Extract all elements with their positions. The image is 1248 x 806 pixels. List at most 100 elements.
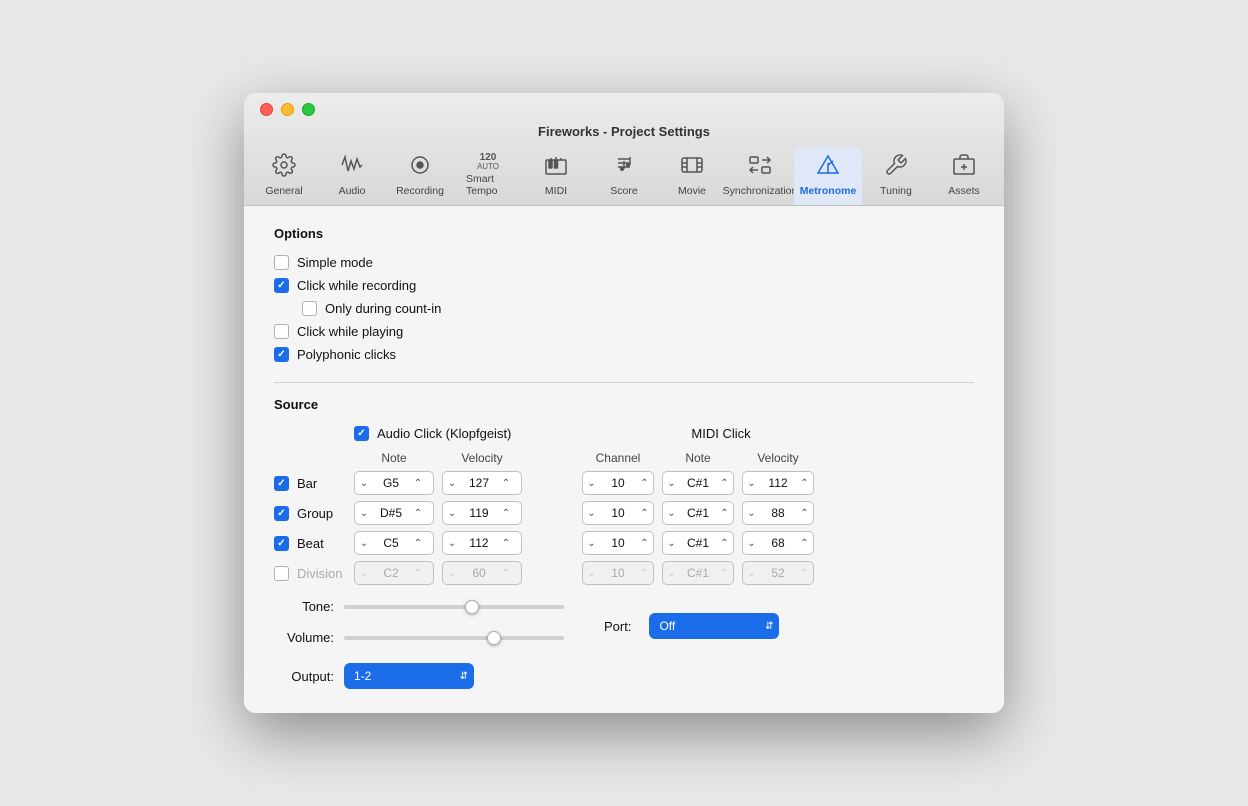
toolbar-item-recording[interactable]: Recording — [386, 147, 454, 205]
bar-audio-vel-down[interactable]: ⌄ — [443, 471, 461, 495]
toolbar-item-movie[interactable]: Movie — [658, 147, 726, 205]
group-audio-note-down[interactable]: ⌄ — [355, 501, 373, 525]
group-midi-note-down[interactable]: ⌄ — [663, 501, 680, 525]
tuning-icon — [884, 153, 908, 183]
group-midi-vel-up[interactable]: ⌃ — [796, 501, 813, 525]
audio-click-checkbox[interactable] — [354, 426, 369, 441]
bar-midi-note-val: C#1 — [680, 476, 716, 490]
beat-midi-vel-down[interactable]: ⌄ — [743, 531, 760, 555]
toolbar-item-score[interactable]: Score — [590, 147, 658, 205]
tone-label: Tone: — [274, 599, 334, 614]
maximize-button[interactable] — [302, 103, 315, 116]
group-audio-vel-down[interactable]: ⌄ — [443, 501, 461, 525]
beat-midi-note-down[interactable]: ⌄ — [663, 531, 680, 555]
bar-midi-channel-stepper[interactable]: ⌄ 10 ⌃ — [582, 471, 654, 495]
group-checkbox[interactable] — [274, 506, 289, 521]
toolbar-label-metronome: Metronome — [800, 185, 857, 197]
section-divider — [274, 382, 974, 383]
tone-slider[interactable] — [344, 605, 564, 609]
bar-midi-chan-down[interactable]: ⌄ — [583, 471, 600, 495]
midi-icon — [544, 153, 568, 183]
beat-midi-velocity-stepper[interactable]: ⌄ 68 ⌃ — [742, 531, 814, 555]
group-midi-velocity-stepper[interactable]: ⌄ 88 ⌃ — [742, 501, 814, 525]
group-midi-vel-down[interactable]: ⌄ — [743, 501, 760, 525]
tone-row: Tone: — [274, 599, 564, 614]
group-audio-note-stepper[interactable]: ⌄ D#5 ⌃ — [354, 501, 434, 525]
bar-midi-note-down[interactable]: ⌄ — [663, 471, 680, 495]
port-select[interactable]: Off ⇵ — [649, 613, 779, 639]
beat-midi-chan-val: 10 — [600, 536, 636, 550]
toolbar-item-tuning[interactable]: Tuning — [862, 147, 930, 205]
division-midi-chan-val: 10 — [600, 566, 636, 580]
tone-slider-thumb[interactable] — [465, 600, 479, 614]
minimize-button[interactable] — [281, 103, 294, 116]
count-in-checkbox[interactable] — [302, 301, 317, 316]
bar-audio-note-up[interactable]: ⌃ — [409, 471, 427, 495]
beat-audio-vel-up[interactable]: ⌃ — [497, 531, 515, 555]
beat-checkbox[interactable] — [274, 536, 289, 551]
title-bar: Fireworks - Project Settings General — [244, 93, 1004, 206]
beat-midi-note-stepper[interactable]: ⌄ C#1 ⌃ — [662, 531, 734, 555]
toolbar-item-midi[interactable]: MIDI — [522, 147, 590, 205]
bar-audio-velocity-stepper[interactable]: ⌄ 127 ⌃ — [442, 471, 522, 495]
toolbar-item-audio[interactable]: Audio — [318, 147, 386, 205]
options-title: Options — [274, 226, 974, 241]
audio-velocity-header: Velocity — [442, 451, 522, 465]
group-midi-note-stepper[interactable]: ⌄ C#1 ⌃ — [662, 501, 734, 525]
beat-midi-chan-down[interactable]: ⌄ — [583, 531, 600, 555]
beat-audio-note-stepper[interactable]: ⌄ C5 ⌃ — [354, 531, 434, 555]
division-midi-note-val: C#1 — [680, 566, 716, 580]
group-audio-vel-up[interactable]: ⌃ — [497, 501, 515, 525]
bar-audio-note-down[interactable]: ⌄ — [355, 471, 373, 495]
output-label: Output: — [274, 669, 334, 684]
bar-audio-vel-up[interactable]: ⌃ — [497, 471, 515, 495]
beat-audio-vel-down[interactable]: ⌄ — [443, 531, 461, 555]
group-midi-chan-down[interactable]: ⌄ — [583, 501, 600, 525]
group-midi-chan-up[interactable]: ⌃ — [636, 501, 653, 525]
toolbar-item-smart-tempo[interactable]: 120 AUTO Smart Tempo — [454, 147, 522, 205]
bar-audio-note-stepper[interactable]: ⌄ G5 ⌃ — [354, 471, 434, 495]
click-recording-checkbox[interactable] — [274, 278, 289, 293]
source-section: Source Audio Click (Klopfgeist) MIDI Cli… — [274, 397, 974, 689]
toolbar-label-recording: Recording — [396, 185, 444, 197]
toolbar-item-synchronization[interactable]: Synchronization — [726, 147, 794, 205]
bar-midi-velocity-stepper[interactable]: ⌄ 112 ⌃ — [742, 471, 814, 495]
bar-midi-vel-down[interactable]: ⌄ — [743, 471, 760, 495]
output-select[interactable]: 1-2 ⇵ — [344, 663, 474, 689]
bar-checkbox[interactable] — [274, 476, 289, 491]
bar-midi-vel-up[interactable]: ⌃ — [796, 471, 813, 495]
toolbar-item-metronome[interactable]: Metronome — [794, 147, 862, 205]
click-playing-label: Click while playing — [297, 324, 403, 339]
beat-audio-note-up[interactable]: ⌃ — [409, 531, 427, 555]
volume-slider[interactable] — [344, 636, 564, 640]
group-midi-channel-stepper[interactable]: ⌄ 10 ⌃ — [582, 501, 654, 525]
polyphonic-checkbox[interactable] — [274, 347, 289, 362]
simple-mode-checkbox[interactable] — [274, 255, 289, 270]
bar-audio-note-val: G5 — [373, 476, 409, 490]
division-audio-velocity-stepper: ⌄ 60 ⌃ — [442, 561, 522, 585]
beat-audio-note-down[interactable]: ⌄ — [355, 531, 373, 555]
bar-midi-note-up[interactable]: ⌃ — [716, 471, 733, 495]
volume-row: Volume: — [274, 630, 564, 645]
group-audio-note-up[interactable]: ⌃ — [409, 501, 427, 525]
beat-midi-vel-up[interactable]: ⌃ — [796, 531, 813, 555]
beat-midi-channel-stepper[interactable]: ⌄ 10 ⌃ — [582, 531, 654, 555]
close-button[interactable] — [260, 103, 273, 116]
bar-midi-note-stepper[interactable]: ⌄ C#1 ⌃ — [662, 471, 734, 495]
window-controls — [260, 103, 988, 116]
midi-click-label: MIDI Click — [691, 426, 750, 441]
group-audio-velocity-stepper[interactable]: ⌄ 119 ⌃ — [442, 501, 522, 525]
toolbar-item-general[interactable]: General — [250, 147, 318, 205]
group-label: Group — [297, 506, 333, 521]
click-playing-checkbox[interactable] — [274, 324, 289, 339]
volume-slider-thumb[interactable] — [487, 631, 501, 645]
group-midi-note-up[interactable]: ⌃ — [716, 501, 733, 525]
division-midi-note-up: ⌃ — [716, 561, 733, 585]
division-midi-vel-val: 52 — [760, 566, 796, 580]
toolbar-item-assets[interactable]: Assets — [930, 147, 998, 205]
beat-audio-velocity-stepper[interactable]: ⌄ 112 ⌃ — [442, 531, 522, 555]
beat-midi-chan-up[interactable]: ⌃ — [636, 531, 653, 555]
division-checkbox[interactable] — [274, 566, 289, 581]
bar-midi-chan-up[interactable]: ⌃ — [636, 471, 653, 495]
beat-midi-note-up[interactable]: ⌃ — [716, 531, 733, 555]
